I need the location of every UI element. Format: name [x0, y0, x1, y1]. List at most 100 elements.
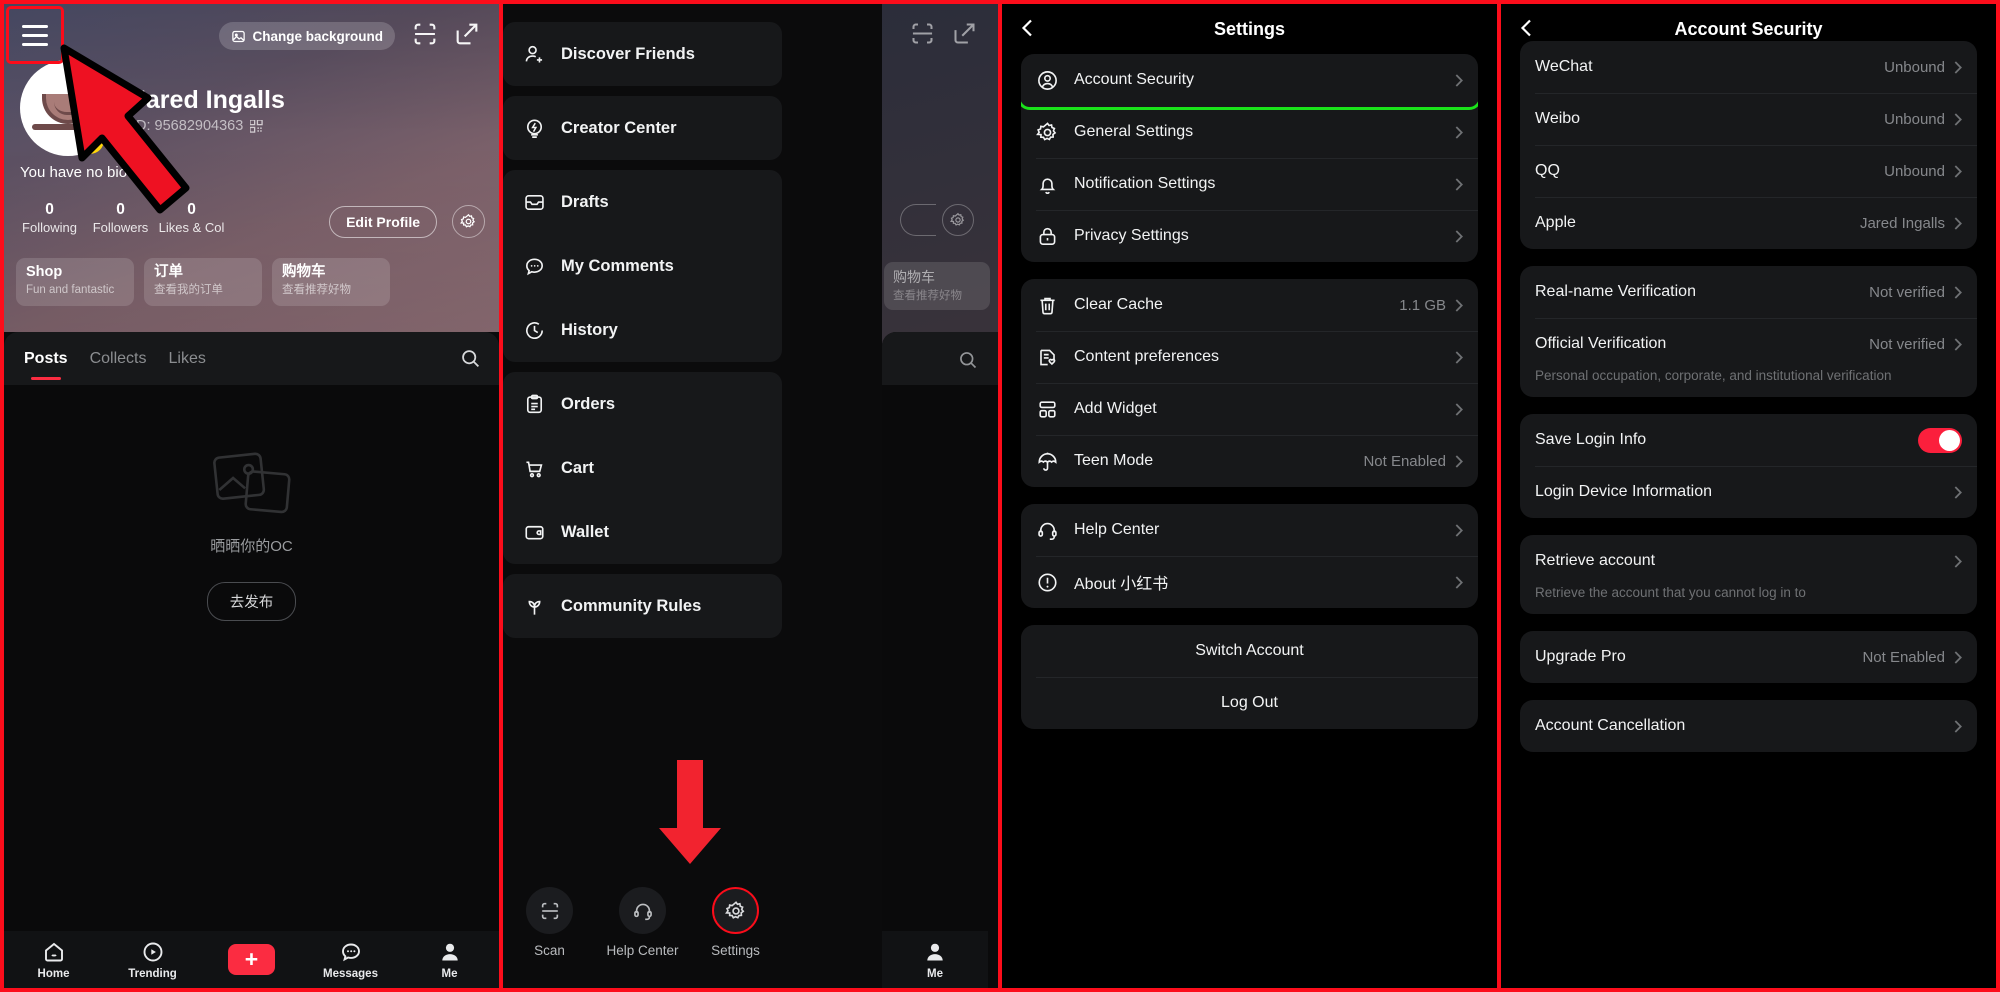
login-device-information-row[interactable]: Login Device Information: [1520, 466, 1977, 518]
edit-profile-button[interactable]: Edit Profile: [329, 206, 437, 238]
binding-label: Apple: [1535, 214, 1576, 231]
settings-item-label: Notification Settings: [1074, 175, 1216, 192]
settings-item-about[interactable]: About 小红书: [1021, 556, 1478, 608]
quick-card-orders[interactable]: 订单 查看我的订单: [144, 258, 262, 306]
tabbar-item-home[interactable]: Home: [23, 940, 85, 980]
quick-card-shop[interactable]: Shop Fun and fantastic: [16, 258, 134, 306]
settings-item-add-widget[interactable]: Add Widget: [1021, 383, 1478, 435]
settings-item-account-security[interactable]: Account Security: [1021, 54, 1478, 106]
quick-card-title: 购物车: [282, 264, 326, 280]
verification-row-real-name[interactable]: Real-name Verification Not verified: [1520, 266, 1977, 318]
share-external-icon[interactable]: [951, 20, 978, 47]
tab-likes[interactable]: Likes: [168, 350, 205, 368]
verification-label: Real-name Verification: [1535, 283, 1696, 300]
drawer-bottom-actions: Scan Help Center Settings: [503, 887, 782, 958]
chevron-right-icon: [1455, 229, 1463, 243]
tabbar-item-create[interactable]: +: [221, 944, 283, 975]
scan-icon[interactable]: [411, 20, 439, 48]
tab-collects[interactable]: Collects: [90, 350, 147, 368]
drawer-action-settings[interactable]: Settings: [694, 887, 778, 958]
drawer-item-creator-center[interactable]: Creator Center: [503, 96, 782, 160]
drawer-group: Discover Friends: [503, 22, 782, 86]
search-icon[interactable]: [958, 350, 978, 370]
search-icon[interactable]: [460, 348, 481, 369]
log-out-button[interactable]: Log Out: [1021, 677, 1478, 729]
drawer-item-label: Discover Friends: [561, 44, 695, 63]
drawer-item-wallet[interactable]: Wallet: [503, 500, 782, 564]
settings-gear-button[interactable]: [452, 205, 485, 238]
stat-label: Following: [22, 220, 77, 235]
panel-side-drawer: 购物车 查看推荐好物 Me Discover Friends Creator C…: [503, 4, 998, 988]
stat-label: Likes & Col: [158, 220, 225, 235]
underlying-quick-card-cart[interactable]: 购物车 查看推荐好物: [884, 262, 990, 310]
lock-icon: [1036, 225, 1059, 248]
drawer-action-scan[interactable]: Scan: [508, 887, 592, 958]
plus-icon[interactable]: +: [228, 944, 275, 975]
binding-row-apple[interactable]: Apple Jared Ingalls: [1520, 197, 1977, 249]
binding-value: Unbound: [1884, 58, 1945, 76]
drawer-item-community-rules[interactable]: Community Rules: [503, 574, 782, 638]
tab-posts[interactable]: Posts: [24, 350, 68, 368]
chevron-left-icon[interactable]: [1016, 16, 1040, 40]
switch-account-button[interactable]: Switch Account: [1021, 625, 1478, 677]
drawer-item-discover-friends[interactable]: Discover Friends: [503, 22, 782, 86]
chevron-right-icon: [1455, 454, 1463, 468]
drawer-item-history[interactable]: History: [503, 298, 782, 362]
bell-icon: [1036, 173, 1059, 196]
quick-card-subtitle: 查看推荐好物: [282, 284, 351, 296]
lightbulb-icon: [523, 117, 546, 140]
drawer-item-drafts[interactable]: Drafts: [503, 170, 782, 234]
drawer-group: Orders Cart Wallet: [503, 372, 782, 564]
retrieve-account-row[interactable]: Retrieve account: [1520, 535, 1977, 587]
user-circle-icon: [1036, 69, 1059, 92]
play-circle-icon: [143, 942, 162, 961]
drawer-action-help-center[interactable]: Help Center: [601, 887, 685, 958]
binding-row-wechat[interactable]: WeChat Unbound: [1520, 41, 1977, 93]
chevron-right-icon: [1455, 350, 1463, 364]
drawer-item-orders[interactable]: Orders: [503, 372, 782, 436]
quick-card-cart[interactable]: 购物车 查看推荐好物: [272, 258, 390, 306]
publish-button[interactable]: 去发布: [206, 582, 297, 621]
gear-icon: [712, 887, 759, 934]
clipboard-icon: [523, 393, 546, 416]
underlying-gear-button[interactable]: [942, 204, 974, 236]
chevron-right-icon: [1954, 554, 1962, 568]
drawer-item-my-comments[interactable]: My Comments: [503, 234, 782, 298]
account-security-list: WeChat Unbound Weibo Unbound QQ Unbound …: [1501, 41, 1996, 752]
drawer-item-cart[interactable]: Cart: [503, 436, 782, 500]
bottom-tabbar: Home Trending + Messages Me: [4, 931, 499, 988]
underlying-tabbar-item-me[interactable]: Me: [882, 931, 988, 988]
tabbar-item-messages[interactable]: Messages: [320, 940, 382, 980]
binding-row-weibo[interactable]: Weibo Unbound: [1520, 93, 1977, 145]
upgrade-pro-row[interactable]: Upgrade Pro Not Enabled: [1520, 631, 1977, 683]
binding-row-qq[interactable]: QQ Unbound: [1520, 145, 1977, 197]
qr-code-icon[interactable]: [250, 119, 263, 133]
save-login-info-row[interactable]: Save Login Info: [1520, 414, 1977, 466]
settings-item-help-center[interactable]: Help Center: [1021, 504, 1478, 556]
settings-item-value: Not Enabled: [1363, 452, 1446, 470]
binding-label: QQ: [1535, 162, 1560, 179]
tabbar-item-me[interactable]: Me: [419, 940, 481, 980]
share-external-icon[interactable]: [453, 20, 481, 48]
settings-item-general-settings[interactable]: General Settings: [1021, 106, 1478, 158]
underlying-edit-profile-button[interactable]: [900, 204, 936, 236]
verification-value: Not verified: [1869, 283, 1945, 301]
verification-row-official[interactable]: Official Verification Not verified: [1520, 318, 1977, 370]
underlying-profile-tabs: [882, 332, 998, 385]
headset-icon: [1036, 519, 1059, 542]
settings-item-teen-mode[interactable]: Teen Mode Not Enabled: [1021, 435, 1478, 487]
scan-icon[interactable]: [909, 20, 936, 47]
tabbar-item-trending[interactable]: Trending: [122, 940, 184, 980]
chevron-right-icon: [1954, 285, 1962, 299]
drawer-action-label: Help Center: [606, 943, 679, 958]
settings-item-content-preferences[interactable]: Content preferences: [1021, 331, 1478, 383]
switch-account-label: Switch Account: [1195, 642, 1304, 659]
chevron-left-icon[interactable]: [1515, 16, 1539, 40]
account-cancellation-row[interactable]: Account Cancellation: [1520, 700, 1977, 752]
save-login-info-toggle[interactable]: [1918, 427, 1962, 453]
settings-item-privacy-settings[interactable]: Privacy Settings: [1021, 210, 1478, 262]
settings-item-notification-settings[interactable]: Notification Settings: [1021, 158, 1478, 210]
sprout-icon: [523, 595, 546, 618]
person-add-icon: [523, 43, 546, 66]
settings-item-clear-cache[interactable]: Clear Cache 1.1 GB: [1021, 279, 1478, 331]
